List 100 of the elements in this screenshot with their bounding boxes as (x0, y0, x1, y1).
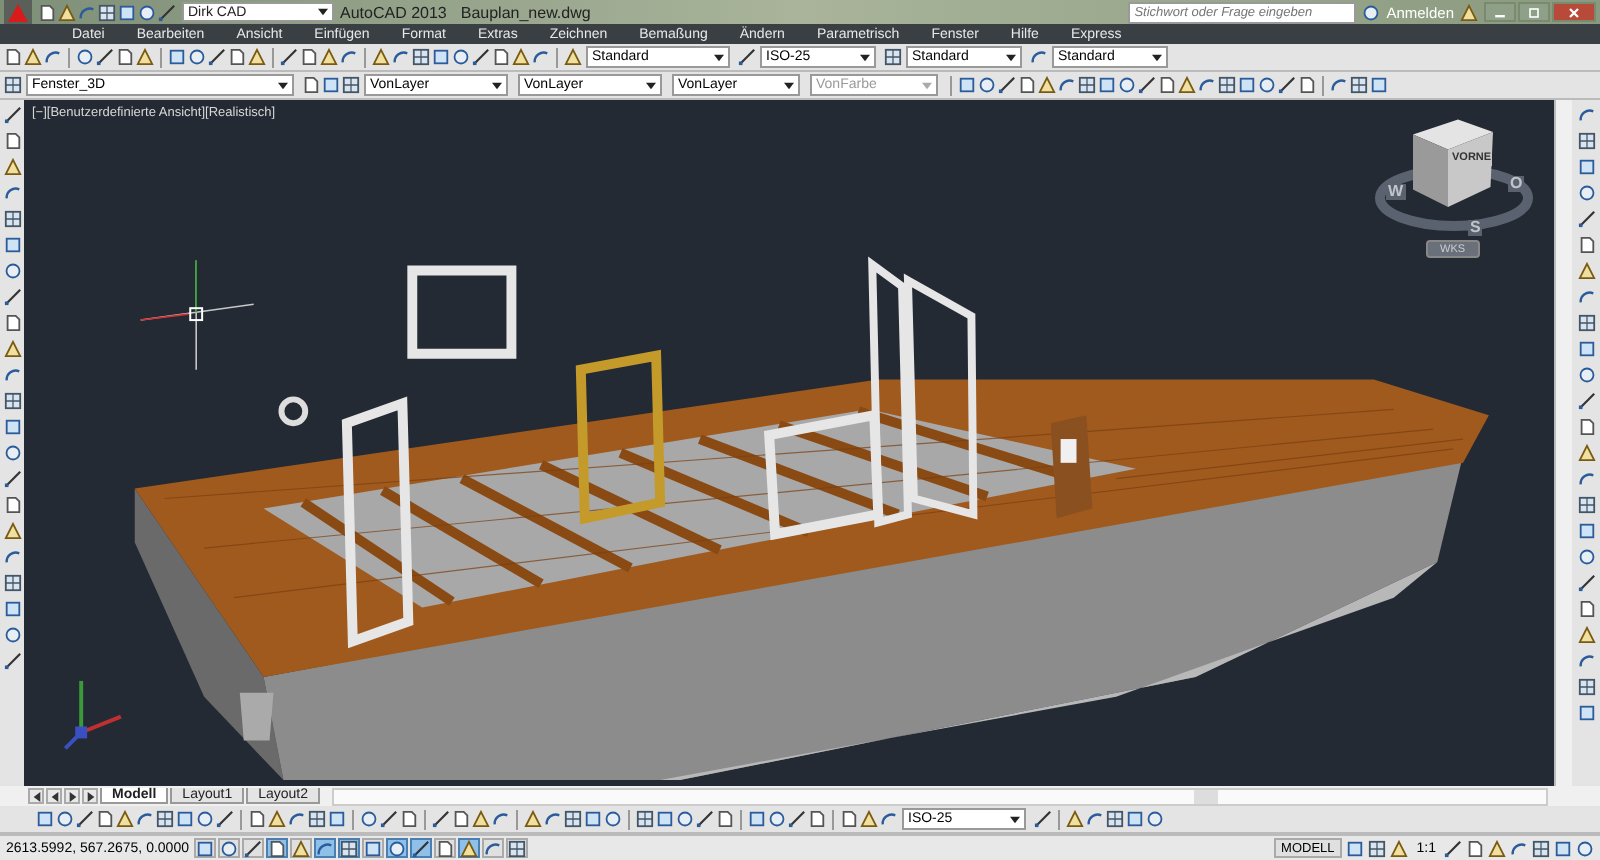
page-icon[interactable] (716, 810, 734, 828)
circle-icon[interactable] (76, 48, 94, 66)
square-icon[interactable] (1098, 76, 1116, 94)
square-icon[interactable] (748, 810, 766, 828)
line-icon[interactable] (1278, 76, 1296, 94)
arc-icon[interactable] (1577, 106, 1595, 124)
arc-icon[interactable] (1577, 288, 1595, 306)
line-icon[interactable] (280, 48, 298, 66)
square-icon[interactable] (1577, 340, 1595, 358)
square-icon[interactable] (1554, 839, 1572, 857)
circle-icon[interactable] (3, 262, 21, 280)
status-toggle-button[interactable] (458, 838, 480, 858)
grid-icon[interactable] (156, 810, 174, 828)
grid-icon[interactable] (4, 76, 22, 94)
line-icon[interactable] (472, 48, 490, 66)
square-icon[interactable] (1577, 704, 1595, 722)
square-icon[interactable] (176, 810, 194, 828)
square-icon[interactable] (118, 3, 136, 21)
close-button[interactable] (1552, 2, 1596, 22)
square-icon[interactable] (1238, 76, 1256, 94)
square-icon[interactable] (3, 236, 21, 254)
triangle-icon[interactable] (1577, 626, 1595, 644)
circle-icon[interactable] (452, 48, 470, 66)
arc-icon[interactable] (1086, 810, 1104, 828)
page-icon[interactable] (1577, 600, 1595, 618)
arc-icon[interactable] (1198, 76, 1216, 94)
arc-icon[interactable] (44, 48, 62, 66)
circle-icon[interactable] (978, 76, 996, 94)
arc-icon[interactable] (392, 48, 410, 66)
square-icon[interactable] (3, 418, 21, 436)
arc-icon[interactable] (1577, 470, 1595, 488)
line-icon[interactable] (158, 3, 176, 21)
circle-icon[interactable] (1118, 76, 1136, 94)
triangle-icon[interactable] (248, 48, 266, 66)
triangle-icon[interactable] (860, 810, 878, 828)
triangle-icon[interactable] (1390, 839, 1409, 857)
circle-icon[interactable] (1362, 3, 1381, 21)
arc-icon[interactable] (532, 48, 550, 66)
grid-icon[interactable] (1577, 496, 1595, 514)
square-icon[interactable] (1370, 76, 1388, 94)
circle-icon[interactable] (196, 810, 214, 828)
line-icon[interactable] (3, 106, 21, 124)
page-icon[interactable] (3, 314, 21, 332)
arc-icon[interactable] (544, 810, 562, 828)
line-icon[interactable] (1577, 574, 1595, 592)
grid-icon[interactable] (1218, 76, 1236, 94)
triangle-icon[interactable] (564, 48, 582, 66)
status-toggle-button[interactable] (362, 838, 384, 858)
square-icon[interactable] (322, 76, 340, 94)
grid-icon[interactable] (3, 392, 21, 410)
status-toggle-button[interactable] (194, 838, 216, 858)
arc-icon[interactable] (1330, 76, 1348, 94)
arc-icon[interactable] (3, 184, 21, 202)
square-icon[interactable] (1577, 522, 1595, 540)
page-icon[interactable] (1577, 418, 1595, 436)
line-icon[interactable] (738, 48, 756, 66)
grid-icon[interactable] (1577, 132, 1595, 150)
circle-icon[interactable] (1577, 548, 1595, 566)
grid-icon[interactable] (1078, 76, 1096, 94)
line-icon[interactable] (1577, 210, 1595, 228)
line-icon[interactable] (1577, 392, 1595, 410)
arc-icon[interactable] (340, 48, 358, 66)
circle-icon[interactable] (1577, 366, 1595, 384)
tab-nav-button[interactable] (28, 788, 44, 804)
page-icon[interactable] (1298, 76, 1316, 94)
triangle-icon[interactable] (320, 48, 338, 66)
compass-letter[interactable]: O (1508, 176, 1525, 192)
grid-icon[interactable] (1577, 678, 1595, 696)
status-toggle-button[interactable] (266, 838, 288, 858)
square-icon[interactable] (1577, 158, 1595, 176)
triangle-icon[interactable] (512, 48, 530, 66)
circle-icon[interactable] (3, 626, 21, 644)
page-icon[interactable] (1158, 76, 1176, 94)
compass-letter[interactable]: S (1468, 220, 1483, 236)
line-icon[interactable] (432, 810, 450, 828)
page-icon[interactable] (116, 48, 134, 66)
circle-icon[interactable] (56, 810, 74, 828)
line-icon[interactable] (3, 288, 21, 306)
grid-icon[interactable] (98, 3, 116, 21)
triangle-icon[interactable] (524, 810, 542, 828)
line-icon[interactable] (216, 810, 234, 828)
square-icon[interactable] (168, 48, 186, 66)
horizontal-scrollbar[interactable] (332, 787, 1548, 805)
triangle-icon[interactable] (3, 340, 21, 358)
triangle-icon[interactable] (136, 48, 154, 66)
line-icon[interactable] (380, 810, 398, 828)
tab-nav-button[interactable] (64, 788, 80, 804)
status-toggle-button[interactable] (290, 838, 312, 858)
compass-letter[interactable]: W (1386, 184, 1406, 200)
circle-icon[interactable] (676, 810, 694, 828)
grid-icon[interactable] (564, 810, 582, 828)
triangle-icon[interactable] (372, 48, 390, 66)
status-toggle-button[interactable] (338, 838, 360, 858)
grid-icon[interactable] (636, 810, 654, 828)
triangle-icon[interactable] (1488, 839, 1506, 857)
grid-icon[interactable] (1532, 839, 1550, 857)
arc-icon[interactable] (880, 810, 898, 828)
triangle-icon[interactable] (58, 3, 76, 21)
line-icon[interactable] (1034, 810, 1052, 828)
line-icon[interactable] (1138, 76, 1156, 94)
